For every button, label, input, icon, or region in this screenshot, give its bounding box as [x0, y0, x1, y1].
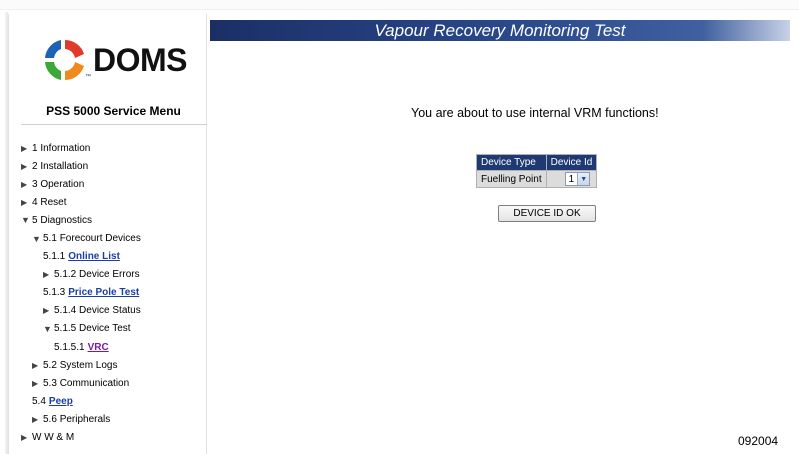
triangle-right-icon[interactable]: ▶ — [21, 180, 32, 189]
doms-logo: DOMS ™ — [39, 36, 199, 84]
sidebar: DOMS ™ PSS 5000 Service Menu ▶ 1 Informat… — [8, 14, 207, 454]
triangle-right-icon[interactable]: ▶ — [21, 144, 32, 153]
figure-id: 092004 — [738, 434, 779, 448]
menu-item-online-list: 5.1.1 Online List — [21, 248, 215, 266]
menu-item-number: 5.3 — [43, 377, 57, 389]
menu-item-number: 5.1.4 — [54, 305, 77, 317]
menu-item-device-test[interactable]: ▼ 5.1.5 Device Test — [21, 320, 215, 338]
device-id-value: 1 — [568, 173, 575, 185]
triangle-down-icon[interactable]: ▼ — [43, 324, 54, 334]
menu-item-number: 5 — [32, 214, 38, 226]
menu-item-device-status[interactable]: ▶ 5.1.4 Device Status — [21, 302, 215, 320]
menu-item-peripherals[interactable]: ▶ 5.6 Peripherals — [21, 410, 215, 428]
triangle-right-icon[interactable]: ▶ — [21, 198, 32, 207]
menu-item-number: 5.1.3 — [43, 287, 66, 299]
page-header: Vapour Recovery Monitoring Test — [210, 20, 790, 41]
menu-item-forecourt-devices[interactable]: ▼ 5.1 Forecourt Devices — [21, 229, 215, 247]
menu-item-installation[interactable]: ▶ 2 Installation — [21, 157, 215, 175]
menu-item-label: Installation — [40, 160, 89, 172]
triangle-right-icon[interactable]: ▶ — [43, 306, 54, 315]
menu-item-peep: 5.4 Peep — [21, 392, 215, 410]
menu-item-number: 5.1 — [43, 233, 57, 245]
menu-item-number: 5.6 — [43, 413, 57, 425]
menu-item-vrc: 5.1.5.1 VRC — [21, 338, 215, 356]
triangle-right-icon[interactable]: ▶ — [32, 361, 43, 370]
browser-top-strip — [0, 0, 799, 10]
menu-item-label: Communication — [59, 377, 130, 389]
triangle-down-icon[interactable]: ▼ — [32, 234, 43, 244]
menu-item-number: 5.1.1 — [43, 251, 66, 263]
table-header-row: Device Type Device Id — [476, 154, 598, 171]
menu-item-label: Peripherals — [59, 413, 111, 425]
menu-item-price-pole-test: 5.1.3 Price Pole Test — [21, 284, 215, 302]
menu-item-number: 5.1.5.1 — [54, 341, 85, 353]
vrc-link[interactable]: VRC — [88, 342, 109, 353]
menu-item-number: 1 — [32, 142, 38, 154]
online-list-link[interactable]: Online List — [68, 251, 120, 262]
menu-item-number: 2 — [32, 160, 38, 172]
device-id-select[interactable]: 1 ▼ — [564, 172, 591, 186]
device-id-ok-button[interactable]: DEVICE ID OK — [498, 205, 596, 222]
triangle-right-icon[interactable]: ▶ — [32, 379, 43, 388]
triangle-right-icon[interactable]: ▶ — [32, 415, 43, 424]
menu-item-number: 3 — [32, 178, 38, 190]
menu-item-label: Device Test — [79, 323, 131, 335]
logo-text: DOMS — [93, 42, 188, 78]
menu-item-diagnostics[interactable]: ▼ 5 Diagnostics — [21, 211, 215, 229]
service-menu: ▶ 1 Information ▶ 2 Installation ▶ 3 Operat… — [21, 139, 215, 447]
device-id-cell: 1 ▼ — [545, 170, 598, 188]
peep-link[interactable]: Peep — [49, 396, 73, 407]
device-id-header: Device Id — [545, 154, 598, 171]
menu-item-number: 5.1.2 — [54, 269, 77, 281]
chevron-down-icon[interactable]: ▼ — [577, 173, 590, 185]
menu-item-reset[interactable]: ▶ 4 Reset — [21, 193, 215, 211]
menu-item-number: 5.4 — [32, 395, 46, 407]
menu-item-label: Forecourt Devices — [59, 233, 141, 245]
menu-item-label: Operation — [40, 178, 85, 190]
table-row: Fuelling Point 1 ▼ — [476, 170, 598, 188]
menu-item-device-errors[interactable]: ▶ 5.1.2 Device Errors — [21, 266, 215, 284]
menu-item-label: Device Status — [79, 305, 141, 317]
menu-item-number: 5.2 — [43, 359, 57, 371]
triangle-right-icon[interactable]: ▶ — [21, 433, 32, 442]
menu-item-wwm[interactable]: ▶ W W & M — [21, 429, 215, 447]
menu-item-number: 4 — [32, 196, 38, 208]
menu-item-label: Diagnostics — [40, 214, 93, 226]
triangle-right-icon[interactable]: ▶ — [21, 162, 32, 171]
menu-item-label: Information — [40, 142, 91, 154]
doms-logo-icon — [45, 40, 84, 80]
device-table: Device Type Device Id Fuelling Point 1 ▼ — [476, 154, 598, 188]
menu-item-information[interactable]: ▶ 1 Information — [21, 139, 215, 157]
price-pole-test-link[interactable]: Price Pole Test — [68, 287, 139, 298]
menu-item-label: Device Errors — [79, 269, 140, 281]
logo-trademark: ™ — [85, 74, 91, 80]
menu-item-label: System Logs — [59, 359, 118, 371]
menu-item-label: Reset — [40, 196, 67, 208]
triangle-right-icon[interactable]: ▶ — [43, 270, 54, 279]
menu-divider — [21, 124, 207, 125]
menu-item-communication[interactable]: ▶ 5.3 Communication — [21, 374, 215, 392]
menu-item-number: 5.1.5 — [54, 323, 77, 335]
menu-item-number: W W & M — [32, 432, 75, 444]
menu-title: PSS 5000 Service Menu — [46, 104, 181, 118]
intro-message: You are about to use internal VRM functi… — [411, 106, 659, 120]
device-type-header: Device Type — [476, 154, 547, 171]
menu-item-operation[interactable]: ▶ 3 Operation — [21, 175, 215, 193]
triangle-down-icon[interactable]: ▼ — [21, 215, 32, 225]
device-type-cell: Fuelling Point — [476, 170, 547, 188]
menu-item-system-logs[interactable]: ▶ 5.2 System Logs — [21, 356, 215, 374]
